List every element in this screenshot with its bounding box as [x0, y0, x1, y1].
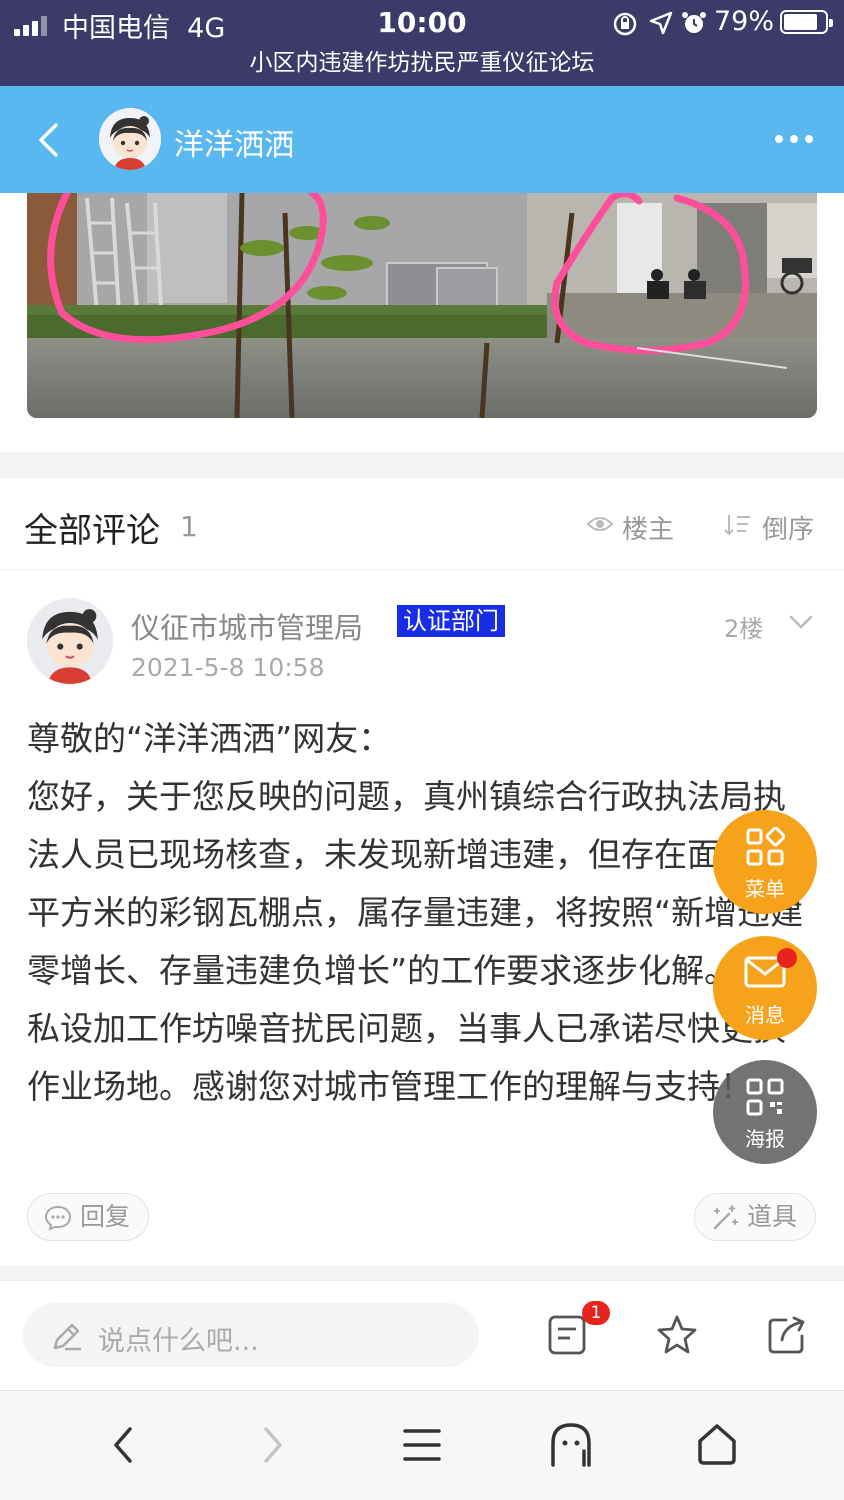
comment-count-badge: 1: [582, 1301, 610, 1325]
message-label: 消息: [745, 1003, 785, 1027]
sort-icon: [724, 515, 750, 536]
reply-button[interactable]: 回复: [27, 1193, 149, 1241]
unread-dot: [777, 948, 797, 968]
magic-wand-icon: [713, 1205, 738, 1230]
author-name[interactable]: 洋洋洒洒: [174, 120, 294, 164]
grid-menu-icon: [746, 827, 785, 866]
menu-label: 菜单: [745, 877, 785, 901]
props-button[interactable]: 道具: [694, 1193, 816, 1241]
poster-fab[interactable]: 海报: [713, 1060, 817, 1164]
menu-fab[interactable]: 菜单: [713, 810, 817, 914]
divider: [0, 569, 844, 570]
message-fab[interactable]: 消息: [713, 936, 817, 1040]
back-arrow-icon[interactable]: [34, 122, 62, 158]
verified-badge: 认证部门: [397, 605, 505, 637]
chevron-down-icon[interactable]: [788, 614, 814, 630]
comments-count: 1: [180, 510, 198, 543]
share-icon[interactable]: [766, 1314, 808, 1356]
top-nav: 洋洋洒洒: [0, 86, 844, 193]
browser-forward-icon[interactable]: [258, 1425, 286, 1465]
author-avatar[interactable]: [99, 108, 161, 170]
page-title: 小区内违建作坊扰民严重仪征论坛: [249, 50, 595, 76]
comment-timestamp: 2021-5-8 10:58: [131, 653, 325, 682]
more-dots-icon[interactable]: [774, 134, 814, 144]
floor-number: 2楼: [724, 615, 764, 643]
alarm-icon: [682, 12, 706, 33]
post-photo[interactable]: [27, 193, 817, 418]
pencil-icon: [53, 1323, 81, 1351]
comment-body: 尊敬的“洋洋洒洒”网友： 您好，关于您反映的问题，真州镇综合行政执法局执法人员已…: [27, 710, 817, 1116]
comment-greeting: 尊敬的“洋洋洒洒”网友：: [27, 719, 392, 758]
battery-percentage: 79%: [714, 6, 775, 37]
status-bar: 中国电信 4G 10:00 79% 小区内违建作坊扰民严重仪征论坛: [0, 0, 844, 86]
comment-input[interactable]: 说点什么吧...: [23, 1303, 479, 1367]
location-icon: [649, 11, 673, 35]
comment-input-placeholder: 说点什么吧...: [98, 1326, 259, 1357]
battery-icon: [780, 10, 833, 34]
comment-paragraph: 您好，关于您反映的问题，真州镇综合行政执法局执法人员已现场核查，未发现新增违建，…: [27, 777, 807, 1106]
chat-bubble-icon: [44, 1205, 72, 1231]
comments-list-icon[interactable]: [548, 1315, 586, 1355]
filter-op-only[interactable]: 楼主: [622, 509, 674, 546]
orientation-lock-icon: [613, 12, 637, 36]
commenter-name[interactable]: 仪征市城市管理局: [131, 605, 363, 647]
eye-icon: [586, 517, 614, 531]
comments-title: 全部评论: [24, 511, 160, 551]
commenter-avatar[interactable]: [27, 598, 113, 684]
browser-toolbar: [0, 1390, 844, 1500]
browser-home-icon[interactable]: [694, 1421, 740, 1467]
browser-menu-icon[interactable]: [402, 1427, 442, 1463]
sort-order-toggle[interactable]: 倒序: [762, 509, 814, 546]
section-divider: [0, 452, 844, 478]
poster-label: 海报: [745, 1127, 785, 1151]
section-divider: [0, 1266, 844, 1280]
qr-code-icon: [746, 1078, 784, 1116]
star-icon[interactable]: [656, 1314, 698, 1356]
reply-label: 回复: [80, 1202, 131, 1231]
browser-back-icon[interactable]: [110, 1425, 138, 1465]
props-label: 道具: [747, 1202, 798, 1231]
browser-ghost-icon[interactable]: [548, 1421, 594, 1467]
reply-bar: 说点什么吧... 1: [0, 1280, 844, 1390]
